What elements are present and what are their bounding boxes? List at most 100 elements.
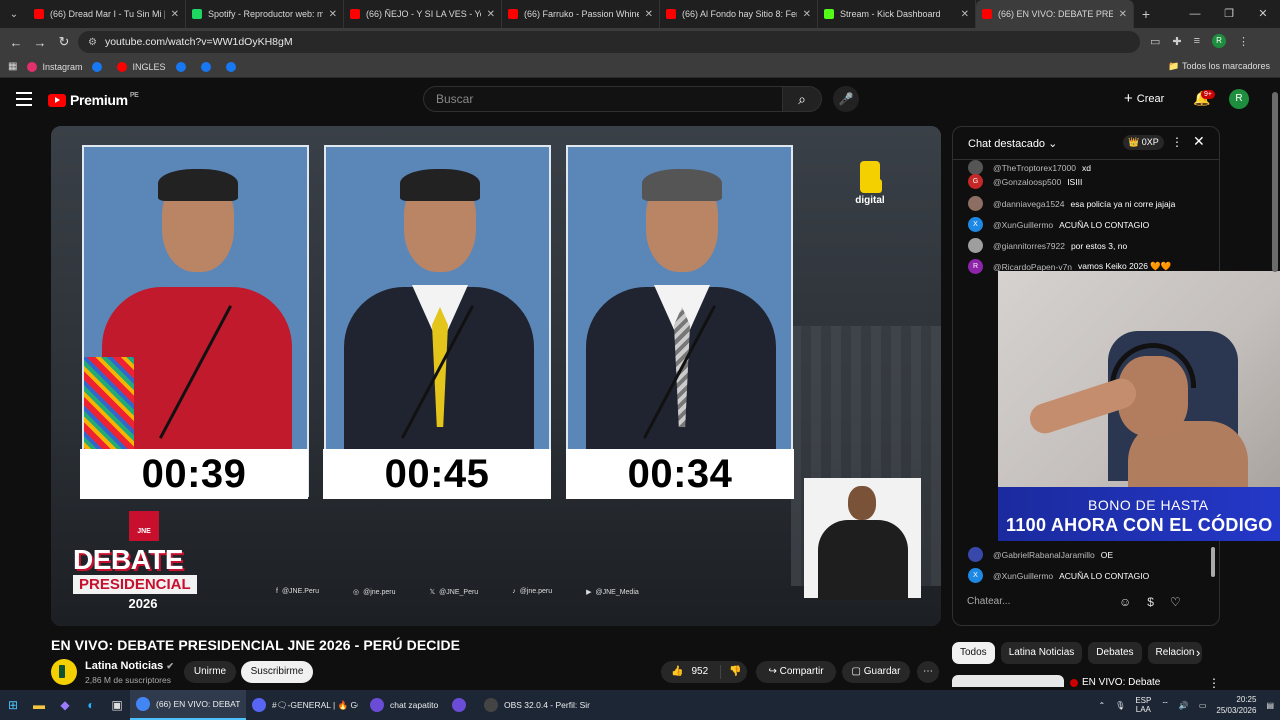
super-chat-icon[interactable]: $ xyxy=(1147,595,1154,609)
taskbar-app[interactable]: #🗨-GENERAL | 🔥 GO xyxy=(246,690,364,720)
tab-close-icon[interactable]: ✕ xyxy=(955,9,969,20)
tab-close-icon[interactable]: ✕ xyxy=(639,9,653,20)
create-button[interactable]: + Crear xyxy=(1124,90,1164,107)
battery-icon[interactable]: ▭ xyxy=(1199,701,1207,710)
apps-grid-icon[interactable]: ▦ xyxy=(8,61,17,72)
browser-tab[interactable]: (66) Al Fondo hay Sitio 8: Ferna ✕ xyxy=(660,0,818,28)
windows-start-icon[interactable]: ⊞ xyxy=(0,690,26,720)
related-video-thumbnail[interactable] xyxy=(952,675,1064,687)
chat-author-name[interactable]: @giannitorres7922 xyxy=(993,241,1065,251)
maximize-icon[interactable]: ❐ xyxy=(1212,0,1246,28)
youtube-logo[interactable]: Premium PE xyxy=(48,92,139,108)
bookmark-item[interactable] xyxy=(175,61,191,72)
chat-author-name[interactable]: @GabrielRabanalJaramillo xyxy=(993,550,1095,560)
cast-icon[interactable]: ▭ xyxy=(1150,35,1160,48)
browser-tab[interactable]: Stream - Kick Dashboard ✕ xyxy=(818,0,976,28)
chat-author-avatar[interactable] xyxy=(968,547,983,562)
taskbar-app[interactable]: chat zapatito xyxy=(364,690,446,720)
video-player[interactable]: 00:39 00:45 00:34 digital JNE DEBATE PRE… xyxy=(51,126,941,626)
tab-close-icon[interactable]: ✕ xyxy=(323,9,337,20)
page-scrollbar[interactable] xyxy=(1272,92,1278,272)
language-indicator[interactable]: ESP LAA xyxy=(1135,696,1151,714)
search-input[interactable]: Buscar xyxy=(423,86,783,112)
related-video-title[interactable]: EN VIVO: Debate xyxy=(1070,677,1160,688)
chat-author-avatar[interactable]: X xyxy=(968,217,983,232)
browser-menu-icon[interactable]: ⋮ xyxy=(1238,35,1249,48)
tab-close-icon[interactable]: ✕ xyxy=(1113,9,1127,20)
account-avatar[interactable]: R xyxy=(1229,89,1249,109)
channel-avatar[interactable] xyxy=(51,659,77,685)
chat-author-avatar[interactable]: R xyxy=(968,259,983,274)
taskbar-app[interactable] xyxy=(446,690,478,720)
chat-author-name[interactable]: @TheTroptorex17000 xyxy=(993,163,1076,173)
copilot-icon[interactable]: ◆ xyxy=(52,690,78,720)
browser-tab[interactable]: (66) Dread Mar I - Tu Sin Mi [ V ✕ xyxy=(28,0,186,28)
bookmark-item[interactable]: Instagram xyxy=(27,61,82,72)
chat-author-avatar[interactable] xyxy=(968,196,983,211)
browser-tab[interactable]: (66) EN VIVO: DEBATE PRES ✕ xyxy=(976,0,1134,28)
chat-author-name[interactable]: @RicardoPapen-v7n xyxy=(993,262,1072,272)
bookmark-item[interactable]: INGLES xyxy=(117,61,166,72)
chat-author-avatar[interactable]: G xyxy=(968,174,983,189)
browser-profile-avatar[interactable]: R xyxy=(1212,34,1227,48)
chat-author-name[interactable]: @XunGuillermo xyxy=(993,220,1053,230)
emoji-icon[interactable]: ☺ xyxy=(1119,595,1131,609)
chat-author-name[interactable]: @Gonzaloosp500 xyxy=(993,177,1061,187)
chat-author-name[interactable]: @XunGuillermo xyxy=(993,571,1053,581)
chat-mode-dropdown[interactable]: Chat destacado ⌄ xyxy=(968,137,1057,150)
subscribe-button[interactable]: Suscribirme xyxy=(241,661,313,683)
back-icon[interactable]: ← xyxy=(4,35,28,50)
forward-icon[interactable]: → xyxy=(28,35,52,50)
chat-close-icon[interactable]: ✕ xyxy=(1193,133,1205,150)
minimize-icon[interactable]: — xyxy=(1178,0,1212,28)
chat-author-avatar[interactable] xyxy=(968,160,983,175)
url-field[interactable]: ⚙ youtube.com/watch?v=WW1dOyKH8gM xyxy=(78,31,1140,53)
edge-icon[interactable]: ◐ xyxy=(78,690,104,720)
more-actions-icon[interactable]: ⋯ xyxy=(917,661,939,683)
chat-menu-icon[interactable]: ⋮ xyxy=(1171,135,1183,149)
extensions-icon[interactable]: ✚ xyxy=(1172,35,1181,48)
bookmark-item[interactable] xyxy=(225,61,241,72)
tab-search-icon[interactable]: ⌄ xyxy=(0,0,28,28)
menu-icon[interactable] xyxy=(16,92,32,110)
taskbar-app[interactable]: (66) EN VIVO: DEBATE P xyxy=(130,690,246,720)
tab-close-icon[interactable]: ✕ xyxy=(481,9,495,20)
browser-tab[interactable]: Spotify - Reproductor web: mús ✕ xyxy=(186,0,344,28)
heart-icon[interactable]: ♡ xyxy=(1170,595,1181,609)
tray-mic-icon[interactable]: 🎙 xyxy=(1115,701,1125,710)
tab-close-icon[interactable]: ✕ xyxy=(797,9,811,20)
browser-tab[interactable]: (66) Farruko - Passion Whine ft ✕ xyxy=(502,0,660,28)
search-icon[interactable]: ⌕ xyxy=(782,86,822,112)
all-bookmarks-button[interactable]: 📁 Todos los marcadores xyxy=(1168,61,1270,72)
chip-latina[interactable]: Latina Noticias xyxy=(1000,642,1083,664)
tab-menu-icon[interactable]: ≡ xyxy=(1194,35,1200,47)
tray-overflow-icon[interactable]: ⌃ xyxy=(1098,701,1105,710)
file-explorer-icon[interactable]: ▬ xyxy=(26,690,52,720)
chip-related[interactable]: Relacion xyxy=(1147,642,1203,664)
site-info-icon[interactable]: ⚙ xyxy=(88,37,97,48)
new-tab-button[interactable]: + xyxy=(1134,6,1158,22)
xp-badge[interactable]: 👑 0XP xyxy=(1123,135,1164,150)
chat-author-name[interactable]: @danniavega1524 xyxy=(993,199,1065,209)
save-button[interactable]: ▢ Guardar xyxy=(842,661,910,683)
chip-debates[interactable]: Debates xyxy=(1088,642,1142,664)
notifications-icon[interactable]: ▤ xyxy=(1266,701,1274,710)
bookmark-item[interactable] xyxy=(200,61,216,72)
store-icon[interactable]: ▣ xyxy=(104,690,130,720)
chat-author-avatar[interactable] xyxy=(968,238,983,253)
chat-input[interactable]: Chatear... xyxy=(967,596,1117,607)
dislike-icon[interactable]: 👎 xyxy=(729,661,741,683)
browser-tab[interactable]: (66) ÑEJO - Y SI LA VES - YouTu✕ xyxy=(344,0,502,28)
bookmark-item[interactable] xyxy=(92,61,107,72)
channel-name[interactable]: Latina Noticias ✔ xyxy=(85,660,174,672)
related-video-menu-icon[interactable]: ⋮ xyxy=(1208,676,1220,690)
join-button[interactable]: Unirme xyxy=(184,661,236,683)
clock[interactable]: 20:25 25/03/2026 xyxy=(1216,694,1256,716)
like-icon[interactable]: 👍 xyxy=(671,661,683,683)
chat-author-avatar[interactable]: X xyxy=(968,568,983,583)
share-button[interactable]: ↪ Compartir xyxy=(756,661,836,683)
chat-scrollbar[interactable] xyxy=(1211,547,1215,577)
close-window-icon[interactable]: ✕ xyxy=(1246,0,1280,28)
chip-all[interactable]: Todos xyxy=(952,642,995,664)
taskbar-app[interactable]: OBS 32.0.4 - Perfil: Sin T xyxy=(478,690,596,720)
